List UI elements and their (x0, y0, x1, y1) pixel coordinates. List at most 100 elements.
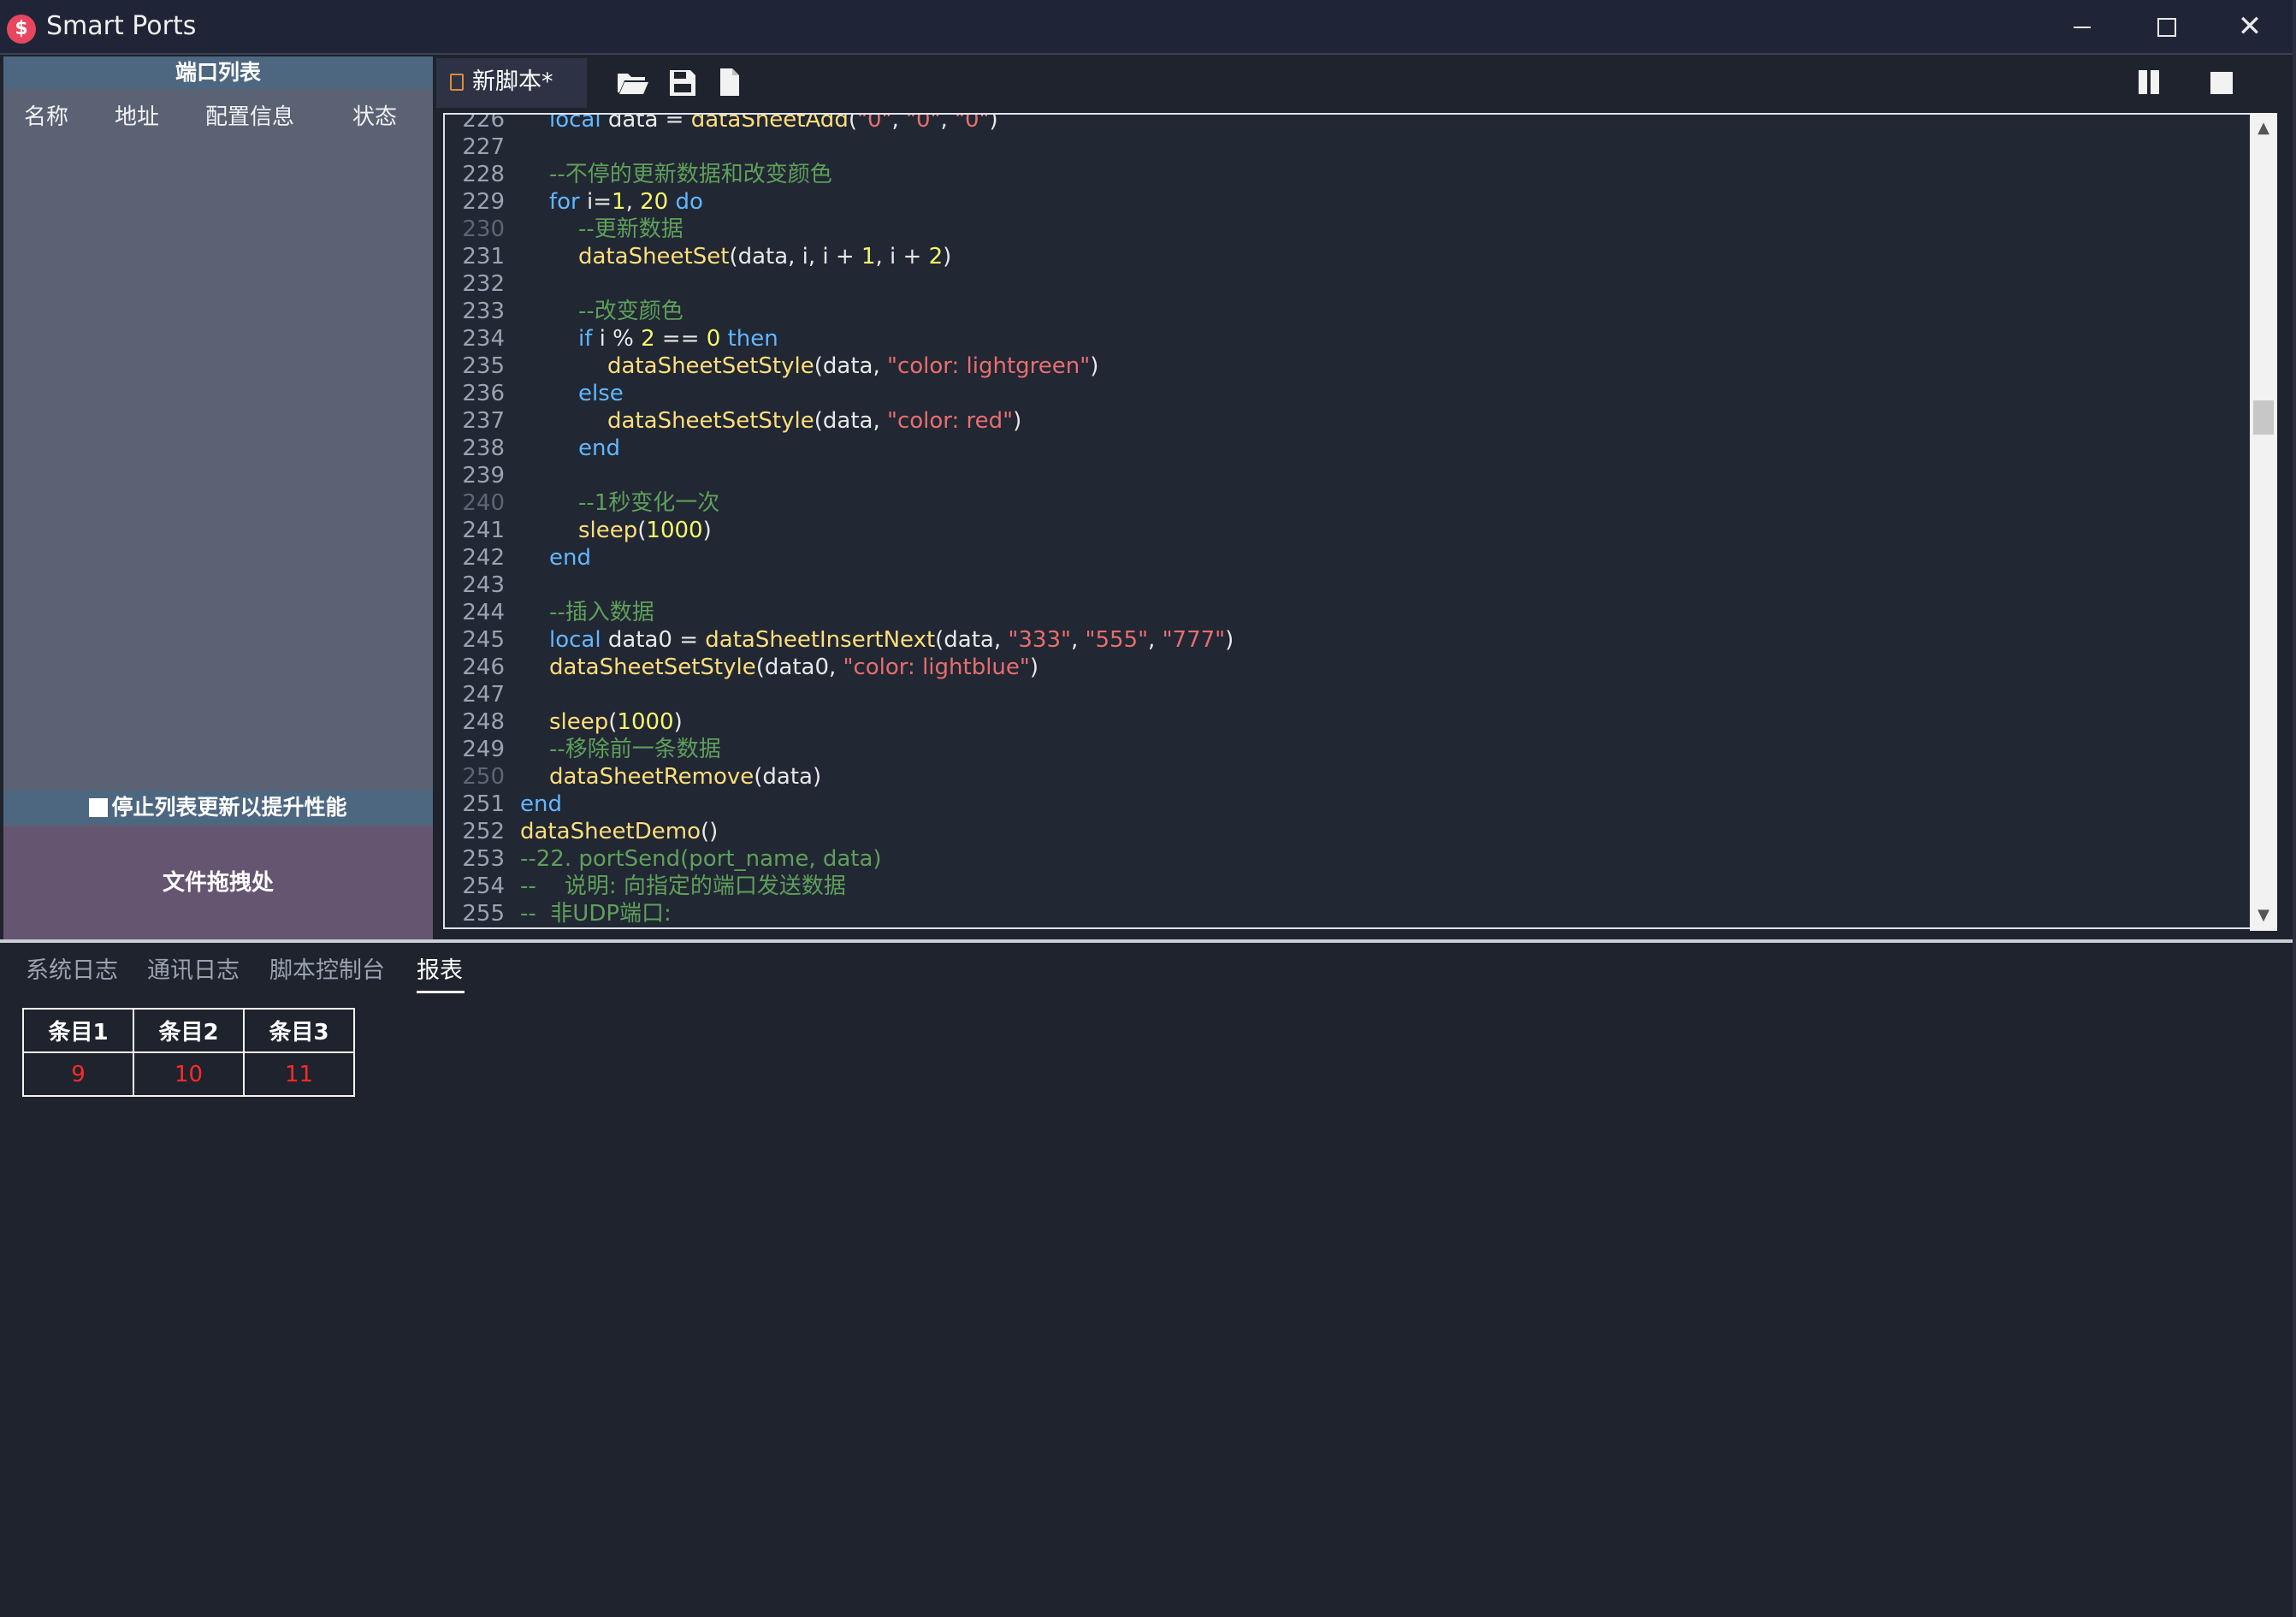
code-line[interactable]: 254 -- 说明: 向指定的端口发送数据 (445, 873, 2250, 900)
tab-report[interactable]: 报表 (417, 951, 463, 985)
close-button[interactable]: ✕ (2209, 0, 2291, 55)
code-token: then (720, 326, 778, 352)
code-text: dataSheetDemo() (520, 818, 718, 845)
report-table: 条目1 条目2 条目3 9 10 11 (22, 1008, 355, 1097)
code-line[interactable]: 240 --1秒变化一次 (445, 489, 2250, 517)
line-number: 231 (462, 244, 505, 270)
code-token: end (520, 791, 562, 817)
code-text: if i % 2 == 0 then (578, 325, 778, 352)
code-text: dataSheetRemove(data) (549, 763, 821, 791)
code-line[interactable]: 242 end (445, 544, 2250, 572)
code-line[interactable]: 251 end (445, 791, 2250, 818)
code-line[interactable]: 236 else (445, 380, 2250, 407)
code-line[interactable]: 244 --插入数据 (445, 599, 2250, 626)
port-list[interactable] (3, 135, 433, 789)
code-token: "0" (954, 113, 990, 133)
code-text: --1秒变化一次 (578, 489, 719, 517)
code-line[interactable]: 239 (445, 462, 2250, 489)
code-token: 1000 (617, 709, 674, 735)
checkbox-icon[interactable] (89, 798, 109, 817)
line-number: 238 (462, 435, 505, 461)
code-token: ) (1090, 353, 1099, 379)
code-token: do (668, 189, 703, 215)
code-line[interactable]: 249 --移除前一条数据 (445, 736, 2250, 763)
code-line[interactable]: 245 local data0 = dataSheetInsertNext(dat… (445, 626, 2250, 654)
editor-scrollbar[interactable]: ▲ ▼ (2250, 113, 2277, 931)
code-line[interactable]: 255 -- 非UDP端口: (445, 900, 2250, 927)
save-button[interactable] (662, 63, 701, 101)
code-token: == (654, 326, 707, 352)
window-title: Smart Ports (46, 11, 197, 41)
code-token: ) (673, 709, 683, 735)
code-line[interactable]: 238 end (445, 435, 2250, 462)
code-line[interactable]: 253 --22. portSend(port_name, data) (445, 845, 2250, 873)
code-line[interactable]: 233 --改变颜色 (445, 298, 2250, 325)
column-header-config[interactable]: 配置信息 (205, 99, 294, 131)
code-token: 1000 (646, 518, 703, 543)
tab-script-console[interactable]: 脚本控制台 (269, 951, 385, 985)
tab-system-log[interactable]: 系统日志 (26, 951, 118, 985)
line-number: 233 (462, 299, 505, 324)
maximize-button[interactable] (2125, 0, 2207, 55)
code-line[interactable]: 250 dataSheetRemove(data) (445, 763, 2250, 791)
code-line[interactable]: 237 dataSheetSetStyle(data, "color: red") (445, 407, 2250, 435)
code-text: end (520, 791, 562, 818)
code-token: "0" (856, 113, 892, 133)
code-line[interactable]: 229 for i=1, 20 do (445, 188, 2250, 216)
code-lines: 226 local data = dataSheetAdd("0", "0", "… (445, 113, 2250, 927)
minimize-button[interactable] (2041, 0, 2123, 55)
new-file-button[interactable] (710, 63, 749, 101)
code-token: else (578, 381, 624, 406)
pause-button[interactable] (2132, 65, 2166, 99)
code-line[interactable]: 246 dataSheetSetStyle(data0, "color: ligh… (445, 654, 2250, 681)
tab-comm-log[interactable]: 通讯日志 (147, 951, 240, 985)
line-number: 236 (462, 381, 505, 406)
stop-update-checkbox[interactable]: 停止列表更新以提升性能 (3, 791, 433, 825)
code-token: ) (702, 518, 712, 543)
tab-new-script[interactable]: 新脚本* (436, 58, 587, 108)
code-line[interactable]: 230 --更新数据 (445, 216, 2250, 243)
code-line[interactable]: 252 dataSheetDemo() (445, 818, 2250, 845)
column-header-status[interactable]: 状态 (352, 99, 397, 131)
scrollbar-thumb[interactable] (2253, 400, 2274, 435)
code-line[interactable]: 235 dataSheetSetStyle(data, "color: light… (445, 352, 2250, 380)
code-token: 2 (641, 326, 655, 352)
code-token: local (549, 113, 601, 133)
code-line[interactable]: 227 (445, 133, 2250, 161)
code-token: if (578, 326, 593, 352)
column-header-name[interactable]: 名称 (24, 99, 68, 131)
code-line[interactable]: 248 sleep(1000) (445, 708, 2250, 736)
report-header-row: 条目1 条目2 条目3 (22, 1008, 355, 1053)
code-token: (data0, (755, 654, 843, 680)
code-token: dataSheetRemove (549, 764, 754, 790)
code-token: --移除前一条数据 (549, 737, 721, 762)
code-token: , (891, 113, 906, 133)
code-editor[interactable]: 226 local data = dataSheetAdd("0", "0", "… (443, 113, 2253, 929)
code-line[interactable]: 243 (445, 572, 2250, 599)
code-token: 0 (706, 326, 721, 352)
code-token: (data, (814, 408, 887, 434)
code-token: (data, i, i + (729, 244, 861, 270)
code-token: (data) (754, 764, 822, 790)
code-token: dataSheetSetStyle (607, 408, 814, 434)
code-line[interactable]: 232 (445, 270, 2250, 298)
code-text: sleep(1000) (578, 517, 712, 544)
file-drop-zone[interactable]: 文件拖拽处 (3, 826, 433, 939)
open-file-button[interactable] (612, 63, 652, 101)
line-number: 255 (462, 901, 505, 927)
code-line[interactable]: 241 sleep(1000) (445, 517, 2250, 544)
code-line[interactable]: 228 --不停的更新数据和改变颜色 (445, 161, 2250, 188)
scroll-down-icon[interactable]: ▼ (2250, 903, 2277, 927)
stop-button[interactable] (2204, 65, 2238, 99)
code-text: dataSheetSet(data, i, i + 1, i + 2) (578, 243, 951, 270)
scroll-up-icon[interactable]: ▲ (2250, 116, 2277, 140)
column-header-address[interactable]: 地址 (115, 99, 159, 131)
line-number: 251 (462, 791, 505, 817)
code-line[interactable]: 226 local data = dataSheetAdd("0", "0", "… (445, 113, 2250, 133)
code-line[interactable]: 234 if i % 2 == 0 then (445, 325, 2250, 352)
panel-divider[interactable] (0, 939, 2296, 943)
line-number: 227 (462, 134, 505, 160)
code-line[interactable]: 231 dataSheetSet(data, i, i + 1, i + 2) (445, 243, 2250, 270)
code-token: () (700, 819, 719, 844)
code-line[interactable]: 247 (445, 681, 2250, 708)
